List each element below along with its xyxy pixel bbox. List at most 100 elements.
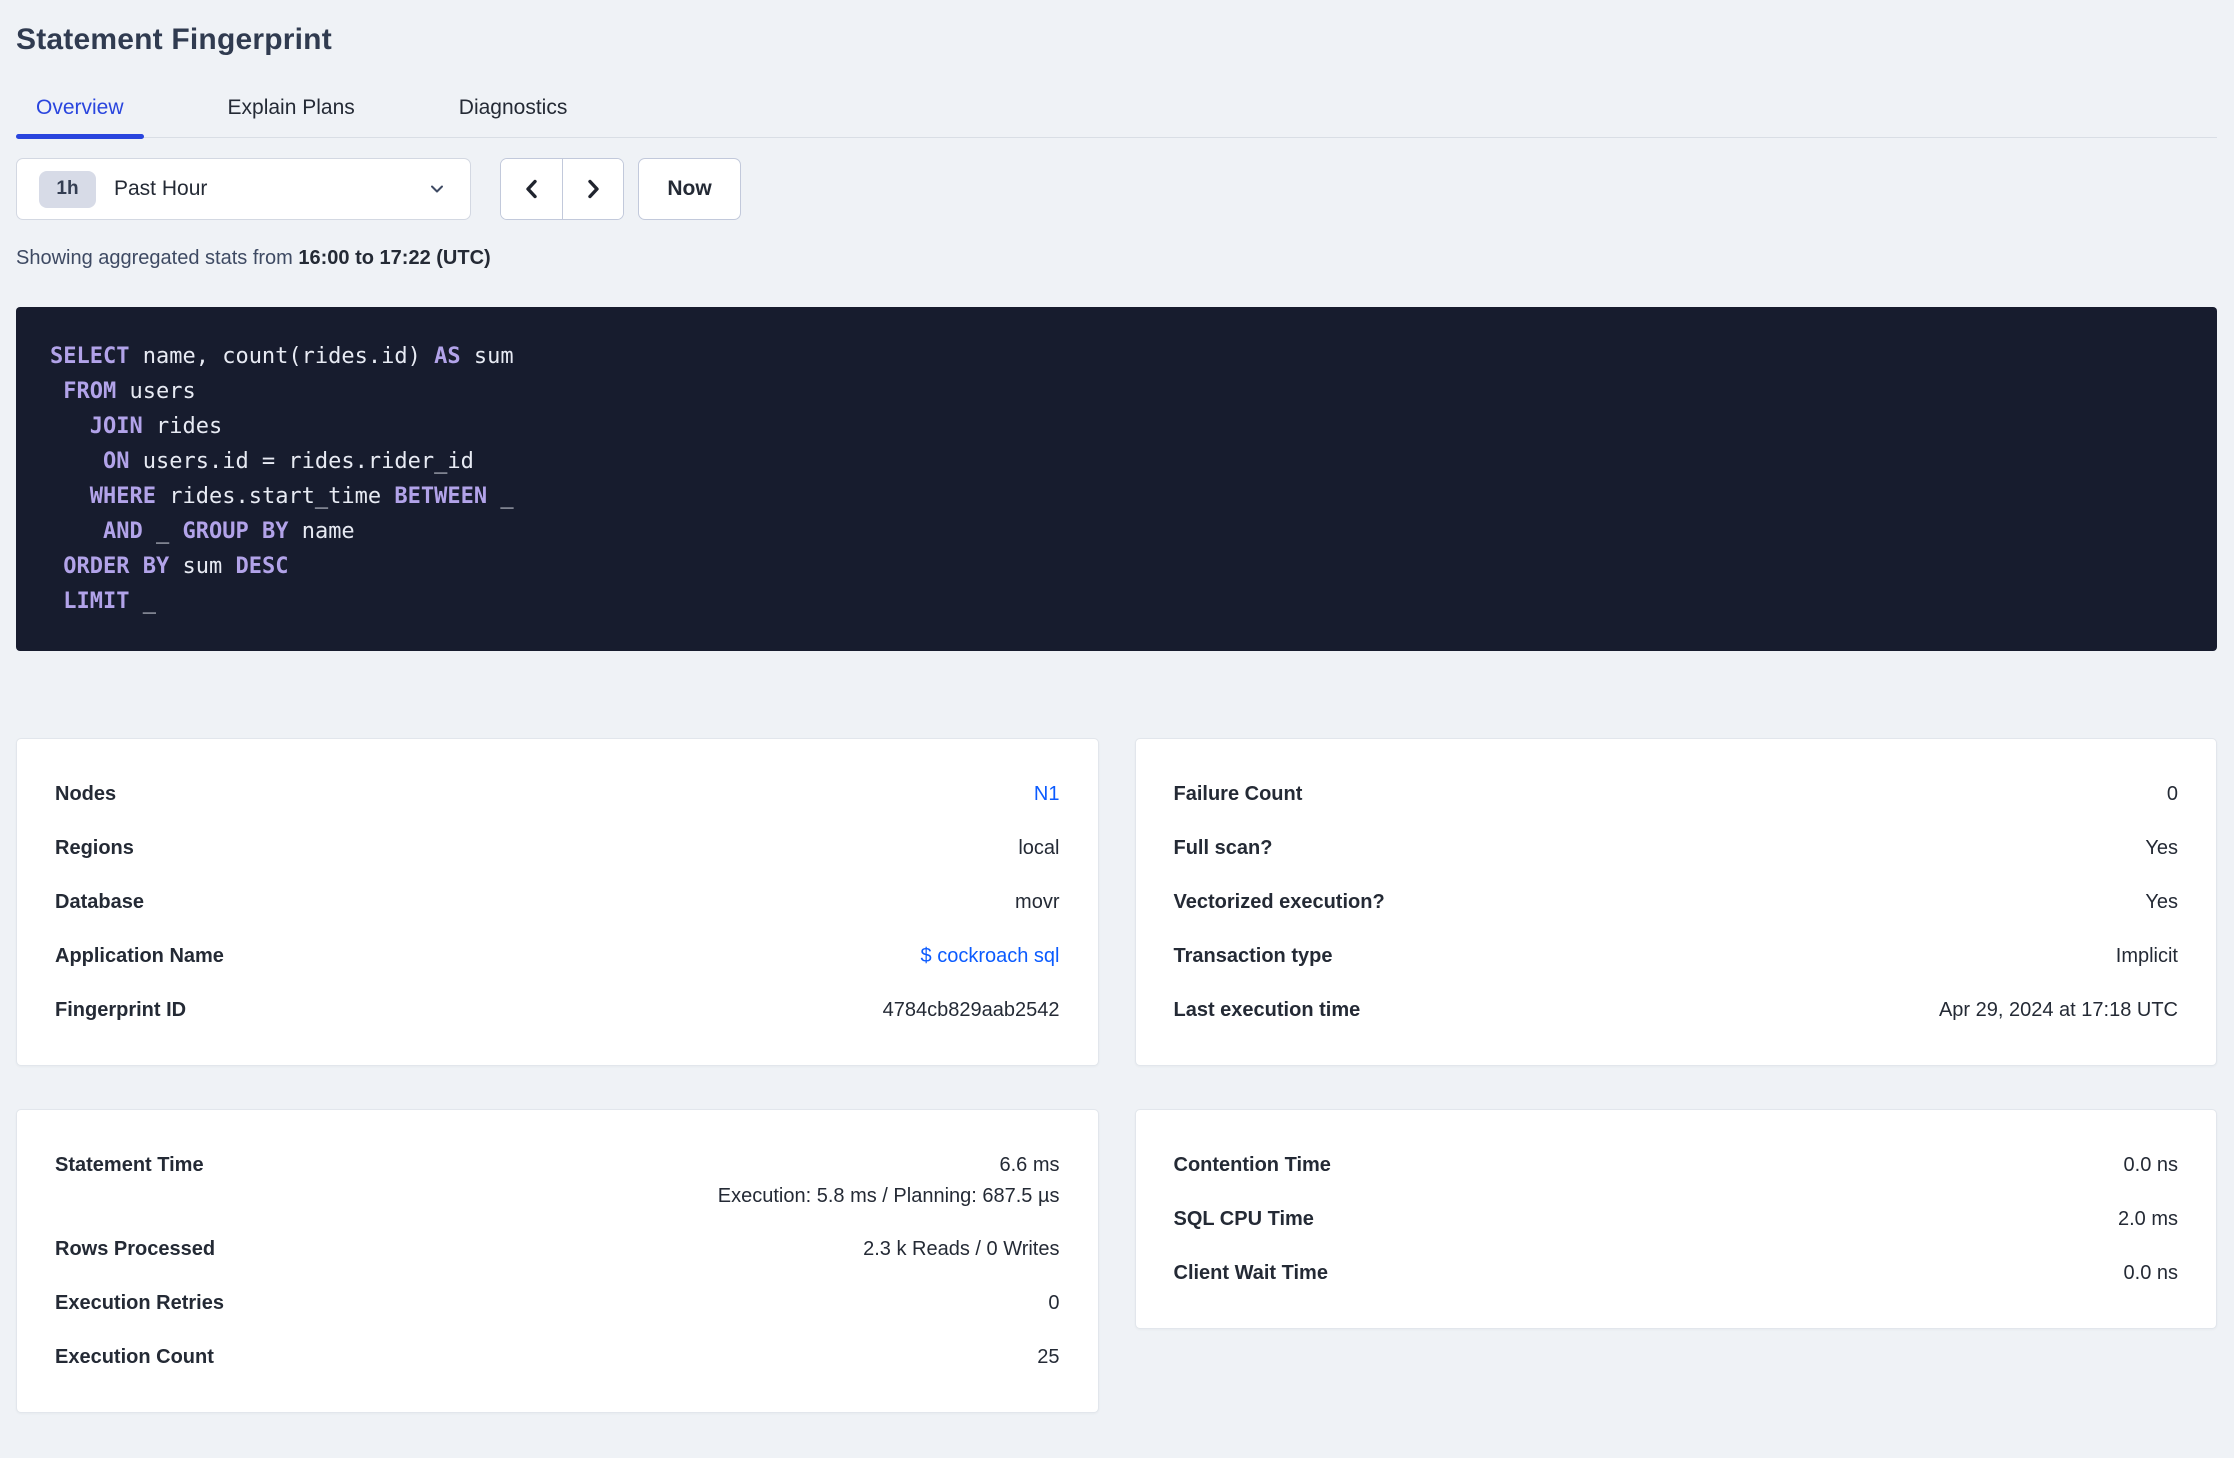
stat-value: movr (1015, 890, 1060, 913)
chevron-left-icon (521, 178, 543, 200)
stat-value-link[interactable]: $ cockroach sql (921, 945, 1060, 968)
stat-value-link[interactable]: N1 (1034, 783, 1060, 806)
next-time-range-button[interactable] (562, 159, 623, 219)
panel-timing-left: Statement Time 6.6 ms Execution: 5.8 ms / … (16, 1109, 1099, 1413)
sql-keyword: ORDER BY (63, 554, 170, 579)
stat-value: Apr 29, 2024 at 17:18 UTC (1938, 998, 2178, 1021)
stat-label: Execution Retries (55, 1291, 224, 1314)
stat-row-execution-count: Execution Count 25 (17, 1330, 1098, 1384)
tab-explain-plans[interactable]: Explain Plans (208, 96, 375, 137)
stat-label: Nodes (55, 782, 117, 805)
tab-overview[interactable]: Overview (16, 96, 144, 139)
stat-label: Application Name (55, 944, 224, 967)
stat-row-full-scan: Full scan? Yes (1136, 821, 2217, 875)
stat-label: Execution Count (55, 1345, 214, 1368)
stat-row-regions: Regions local (17, 821, 1098, 875)
aggregated-stats-range: 16:00 to 17:22 (UTC) (298, 247, 491, 269)
previous-time-range-button[interactable] (501, 159, 562, 219)
stat-row-database: Database movr (17, 875, 1098, 929)
stat-value: 2.0 ms (2117, 1207, 2178, 1230)
sql-keyword: JOIN (89, 414, 143, 439)
stat-label: Regions (55, 836, 134, 859)
stat-row-contention-time: Contention Time 0.0 ns (1136, 1138, 2217, 1192)
sql-text: name, count(rides.id) (129, 344, 435, 369)
panel-overview-left: Nodes N1 Regions local Database movr Applicati… (16, 738, 1099, 1066)
tab-diagnostics[interactable]: Diagnostics (439, 96, 588, 137)
time-step-buttons (500, 158, 624, 220)
aggregated-stats-prefix: Showing aggregated stats from (16, 247, 299, 269)
stat-value: Implicit (2115, 944, 2178, 967)
sql-text: rides (142, 414, 223, 439)
stat-row-rows-processed: Rows Processed 2.3 k Reads / 0 Writes (17, 1222, 1098, 1276)
stat-label: Failure Count (1173, 782, 1303, 805)
sql-text: _ (142, 519, 183, 544)
stat-row-vectorized-execution: Vectorized execution? Yes (1136, 875, 2217, 929)
stat-value: 4784cb829aab2542 (882, 998, 1060, 1021)
stat-label: Rows Processed (55, 1237, 216, 1260)
stat-label: Fingerprint ID (55, 998, 187, 1021)
sql-keyword: BETWEEN (394, 484, 488, 509)
sql-keyword: DESC (235, 554, 289, 579)
stat-row-transaction-type: Transaction type Implicit (1136, 929, 2217, 983)
sql-keyword: AND (102, 519, 143, 544)
chevron-right-icon (582, 178, 604, 200)
stat-value: 0 (1048, 1291, 1060, 1314)
sql-keyword: LIMIT (63, 589, 130, 614)
stat-row-fingerprint-id: Fingerprint ID 4784cb829aab2542 (17, 983, 1098, 1037)
sql-keyword: FROM (63, 379, 117, 404)
sql-keyword: ON (102, 449, 130, 474)
stat-label: Contention Time (1173, 1153, 1331, 1176)
stat-value: Yes (2145, 836, 2178, 859)
now-button[interactable]: Now (638, 158, 741, 220)
stat-label: Client Wait Time (1173, 1261, 1328, 1284)
sql-text: sum (460, 344, 514, 369)
stat-label: Vectorized execution? (1173, 890, 1385, 913)
sql-text: name (288, 519, 355, 544)
stat-row-statement-time: Statement Time 6.6 ms Execution: 5.8 ms / … (17, 1138, 1098, 1222)
stat-value: Yes (2145, 890, 2178, 913)
sql-text: users.id = rides.rider_id (129, 449, 474, 474)
sql-text: _ (487, 484, 514, 509)
statement-fingerprint-page: Statement Fingerprint Overview Explain Pl… (0, 0, 2234, 1413)
stat-value: 2.3 k Reads / 0 Writes (863, 1237, 1060, 1260)
stat-value: 0 (2166, 782, 2178, 805)
stat-label: Statement Time (55, 1154, 204, 1176)
sql-text: _ (129, 589, 156, 614)
sql-statement-box: SELECT name, count(rides.id) AS sum FROM… (16, 307, 2217, 651)
panel-overview-right: Failure Count 0 Full scan? Yes Vectorized ex… (1134, 738, 2217, 1066)
stats-panels-grid: Nodes N1 Regions local Database movr Applicati… (16, 738, 2217, 1413)
sql-text: rides.start_time (155, 484, 395, 509)
stat-value: 0.0 ns (2123, 1153, 2178, 1176)
time-controls: 1h Past Hour Now (16, 158, 2217, 220)
stat-value: 25 (1037, 1345, 1060, 1368)
stat-label: SQL CPU Time (1173, 1207, 1314, 1230)
tab-bar: Overview Explain Plans Diagnostics (16, 96, 2217, 139)
stat-row-sql-cpu-time: SQL CPU Time 2.0 ms (1136, 1192, 2217, 1246)
stat-label: Transaction type (1173, 944, 1333, 967)
sql-keyword: AS (434, 344, 461, 369)
page-title: Statement Fingerprint (16, 23, 332, 56)
sql-text: users (116, 379, 196, 404)
time-range-select[interactable]: 1h Past Hour (16, 158, 471, 220)
stat-value-stack: 6.6 ms Execution: 5.8 ms / Planning: 687.… (718, 1138, 1060, 1207)
time-range-label: Past Hour (114, 177, 208, 200)
sql-text: sum (169, 554, 236, 579)
stat-label: Full scan? (1173, 836, 1273, 859)
stat-row-execution-retries: Execution Retries 0 (17, 1276, 1098, 1330)
sql-keyword: GROUP BY (182, 519, 289, 544)
stat-value: 6.6 ms (999, 1154, 1060, 1176)
stat-value: local (1018, 836, 1060, 859)
stat-row-client-wait-time: Client Wait Time 0.0 ns (1136, 1246, 2217, 1300)
sql-keyword: SELECT (50, 344, 130, 369)
stat-row-last-execution-time: Last execution time Apr 29, 2024 at 17:18… (1136, 983, 2217, 1037)
stat-subvalue: Execution: 5.8 ms / Planning: 687.5 µs (717, 1185, 1060, 1207)
stat-label: Last execution time (1173, 998, 1361, 1021)
stat-row-failure-count: Failure Count 0 (1136, 767, 2217, 821)
chevron-down-icon (428, 180, 446, 198)
